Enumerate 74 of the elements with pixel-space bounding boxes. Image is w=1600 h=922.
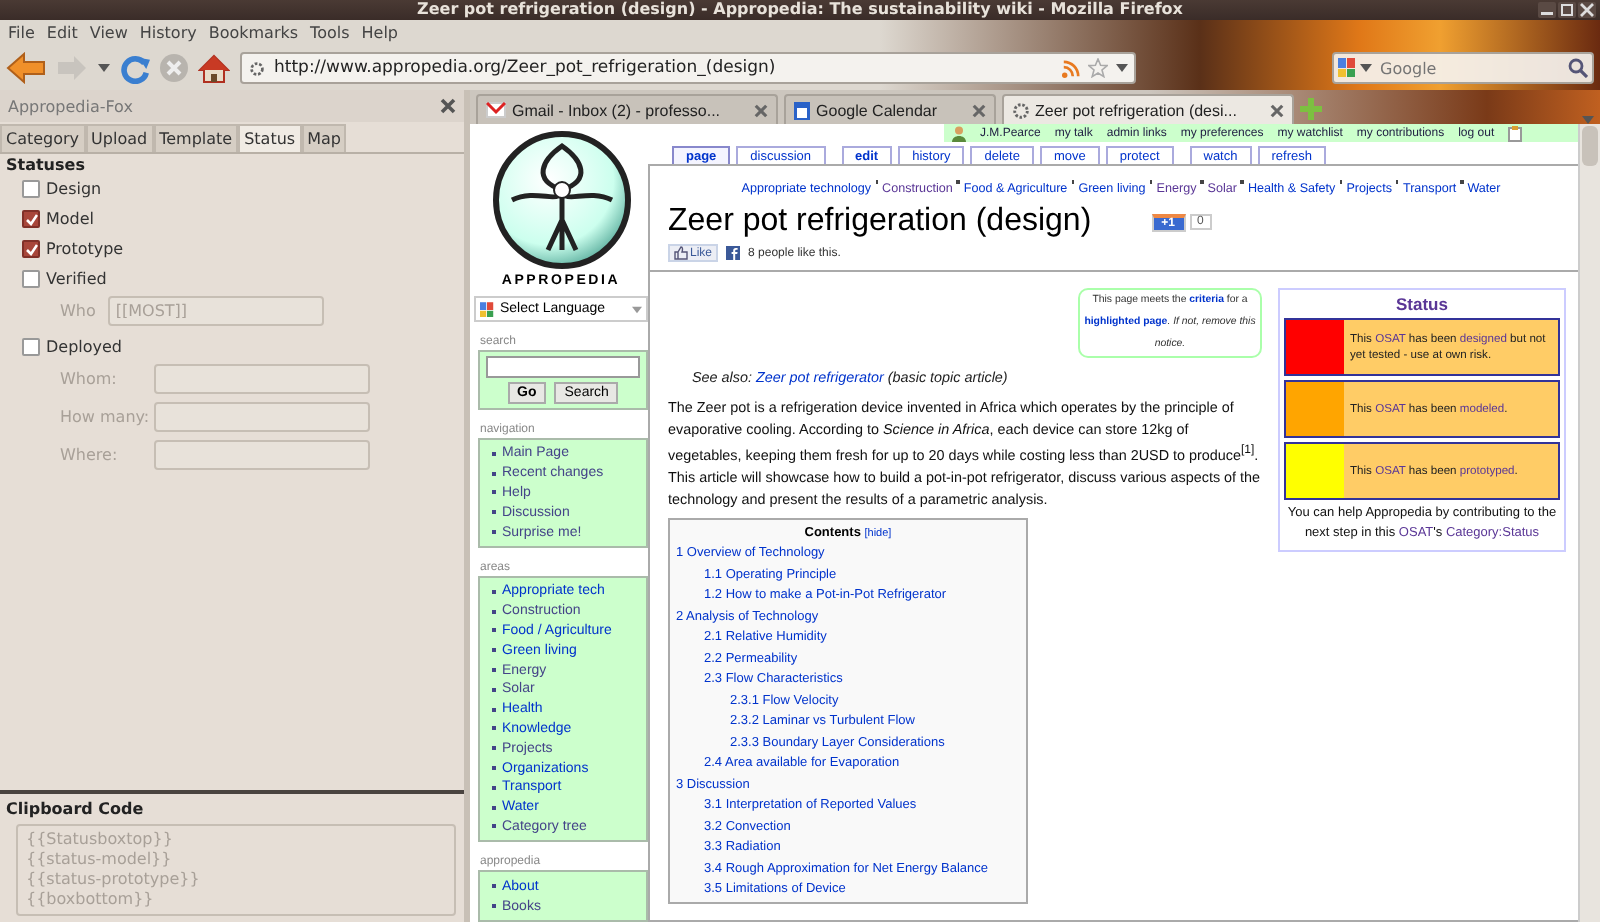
reload-icon[interactable] [120, 53, 150, 83]
sidebar-tab[interactable]: Template [153, 124, 239, 152]
sidebar-title: Appropedia-Fox [8, 97, 133, 115]
code-line: {{status-model}} [26, 850, 174, 870]
checkbox-label: Design [46, 180, 102, 198]
close-icon[interactable] [754, 103, 769, 117]
search-icon[interactable] [1568, 58, 1588, 78]
clipboard-icon[interactable] [1508, 125, 1523, 141]
search-input[interactable]: Google [1376, 59, 1564, 77]
checkbox-label: Prototype [46, 240, 124, 258]
scrollbar[interactable] [1578, 124, 1600, 922]
browser-tab[interactable]: Zeer pot refrigeration (desi... [1001, 94, 1295, 124]
checkbox[interactable] [22, 210, 40, 228]
calendar-icon [794, 101, 811, 119]
google-icon [1338, 58, 1356, 78]
menu-item[interactable]: History [135, 24, 201, 42]
facebook-icon [726, 246, 741, 260]
mail-icon [486, 102, 506, 118]
menu-item[interactable]: Bookmarks [204, 24, 303, 42]
home-icon[interactable] [198, 53, 230, 83]
menu-item[interactable]: Help [357, 24, 403, 42]
thumbs-up-icon [674, 246, 688, 260]
google-icon [480, 301, 494, 317]
close-icon[interactable] [971, 103, 986, 117]
checkbox[interactable] [22, 240, 40, 258]
sidebar-tab[interactable]: Status [238, 124, 302, 152]
user-icon [952, 125, 966, 141]
maximize-icon[interactable] [1558, 2, 1576, 18]
checkbox[interactable] [22, 180, 40, 198]
close-icon[interactable] [1270, 103, 1285, 117]
sidebar-tab[interactable]: Upload [85, 124, 154, 152]
status-title: Status [1394, 294, 1450, 314]
section-heading: Statuses [6, 156, 87, 174]
caret-icon[interactable] [98, 64, 110, 72]
search-field[interactable] [486, 356, 640, 378]
article-title: Zeer pot refrigeration (design) [668, 204, 1092, 240]
stop-icon[interactable] [160, 54, 188, 82]
window-title: Zeer pot refrigeration (design) - Appropedia: The sustainability wiki - Mozilla Firefox [417, 0, 1183, 20]
checkbox[interactable] [22, 270, 40, 288]
code-line: {{boxbottom}} [26, 890, 156, 910]
field-label: Who [60, 302, 96, 320]
close-icon[interactable] [440, 98, 456, 114]
field-label: How many: [60, 408, 152, 426]
gear-icon [248, 59, 266, 77]
url-field[interactable]: http://www.appropedia.org/Zeer_pot_refrigeration_(design) [240, 52, 1136, 84]
code-line: {{status-prototype}} [26, 870, 202, 890]
back-arrow-icon[interactable] [6, 52, 46, 84]
loading-icon [1011, 101, 1030, 119]
menu-item[interactable]: File [4, 24, 39, 42]
caret-icon [632, 305, 642, 313]
star-icon[interactable] [1088, 58, 1108, 78]
checkbox-label: Verified [46, 270, 107, 288]
browser-tab[interactable]: Gmail - Inbox (2) - professo... [476, 94, 779, 124]
sidebar-tab[interactable]: Category [0, 124, 86, 152]
scrollbar-thumb[interactable] [1582, 126, 1598, 166]
checkbox-label: Model [46, 210, 95, 228]
section-heading: Clipboard Code [6, 800, 146, 818]
caret-icon[interactable] [1116, 64, 1128, 72]
menu-item[interactable]: Tools [306, 24, 354, 42]
minimize-icon[interactable] [1538, 2, 1556, 18]
sidebar-tab[interactable]: Map [301, 124, 347, 152]
code-line: {{Statusboxtop}} [26, 830, 175, 850]
logo-drawing[interactable] [491, 130, 631, 270]
browser-tab[interactable]: Google Calendar [784, 94, 996, 124]
menu-item[interactable]: Edit [42, 24, 82, 42]
checkbox[interactable] [22, 338, 40, 356]
field-label: Whom: [60, 370, 119, 388]
caret-icon[interactable] [1360, 64, 1372, 72]
field-label: Where: [60, 446, 120, 464]
search-bar[interactable]: Google [1332, 52, 1594, 84]
plus-icon[interactable] [1300, 98, 1323, 120]
menu-item[interactable]: View [85, 24, 132, 42]
rss-icon[interactable] [1062, 59, 1080, 77]
checkbox-label: Deployed [46, 338, 123, 356]
